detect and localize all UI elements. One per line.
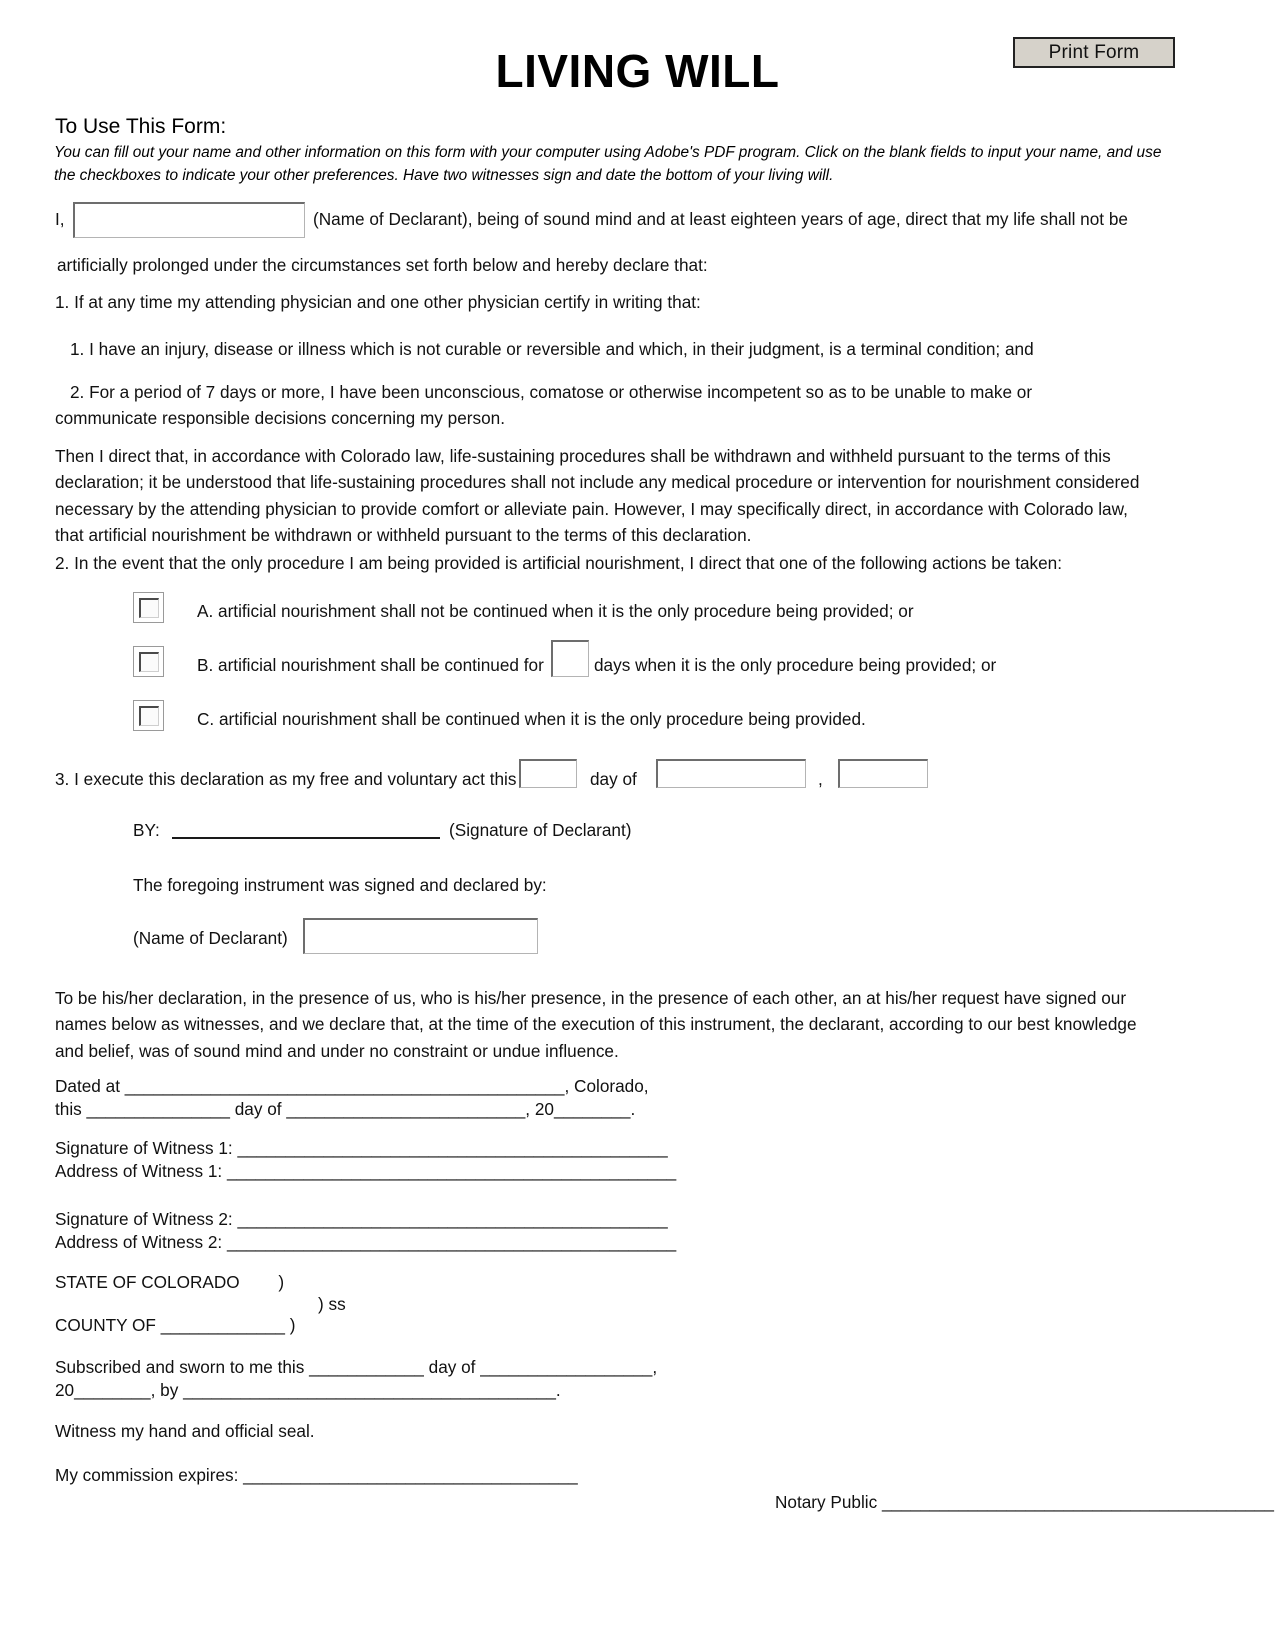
signature-witness-1-blank[interactable]: ________________________________________… xyxy=(237,1138,667,1158)
section-3-day-input[interactable] xyxy=(519,759,577,788)
signature-witness-1-label: Signature of Witness 1: xyxy=(55,1138,233,1158)
living-will-document: Print Form LIVING WILL To Use This Form:… xyxy=(0,0,1275,1650)
subscribed-comma: , xyxy=(652,1357,658,1377)
ss-label: ) ss xyxy=(318,1294,346,1314)
subscribed-period: . xyxy=(555,1380,561,1400)
option-a-label: A. artificial nourishment shall not be c… xyxy=(197,601,914,621)
state-of-colorado-label: STATE OF COLORADO xyxy=(55,1272,240,1292)
instructions-body: You can fill out your name and other inf… xyxy=(54,144,1162,185)
address-witness-1-label: Address of Witness 1: xyxy=(55,1161,223,1181)
address-witness-2-label: Address of Witness 2: xyxy=(55,1232,223,1252)
signature-witness-2-blank[interactable]: ________________________________________… xyxy=(237,1209,667,1229)
dated-year-prefix: , 20 xyxy=(525,1099,554,1119)
dated-day-of-label: day of xyxy=(234,1099,282,1119)
declarant-name-input[interactable] xyxy=(73,202,305,238)
witness-seal-text: Witness my hand and official seal. xyxy=(55,1421,315,1441)
subscribed-by-blank[interactable]: _______________________________________ xyxy=(183,1380,556,1400)
declarant-signature-caption: (Signature of Declarant) xyxy=(449,820,632,840)
witness-declaration-paragraph: To be his/her declaration, in the presen… xyxy=(55,988,1137,1061)
notary-public-label: Notary Public xyxy=(775,1492,878,1512)
subscribed-day-blank[interactable]: ____________ xyxy=(309,1357,424,1377)
subscribed-by-label: , by xyxy=(150,1380,179,1400)
address-witness-1-blank[interactable]: ________________________________________… xyxy=(227,1161,676,1181)
subscribed-year-blank[interactable]: ________ xyxy=(74,1380,150,1400)
subscribed-sworn-label: Subscribed and sworn to me this xyxy=(55,1357,305,1377)
checkbox-option-c[interactable] xyxy=(133,700,164,731)
item-1-heading: 1. If at any time my attending physician… xyxy=(55,292,701,312)
declarant-after-name-text: (Name of Declarant), being of sound mind… xyxy=(313,209,1128,229)
item-1-sub-1: 1. I have an injury, disease or illness … xyxy=(70,339,1034,359)
declarant-i-prefix: I, xyxy=(55,209,65,229)
county-of-label: COUNTY OF xyxy=(55,1315,156,1335)
county-of-blank[interactable]: _____________ xyxy=(161,1315,285,1335)
colorado-suffix: , Colorado, xyxy=(564,1076,649,1096)
dated-year-blank[interactable]: ________ xyxy=(554,1099,630,1119)
checkbox-option-b[interactable] xyxy=(133,646,164,677)
declarant-name-confirm-input[interactable] xyxy=(303,918,538,954)
foregoing-instrument-text: The foregoing instrument was signed and … xyxy=(133,875,547,895)
this-blank[interactable]: _______________ xyxy=(87,1099,230,1119)
signature-witness-2-label: Signature of Witness 2: xyxy=(55,1209,233,1229)
commission-expires-label: My commission expires: xyxy=(55,1465,239,1485)
by-label: BY: xyxy=(133,820,160,840)
declarant-signature-line[interactable] xyxy=(172,837,440,839)
section-2-heading: 2. In the event that the only procedure … xyxy=(55,553,1063,573)
this-label: this xyxy=(55,1099,82,1119)
dated-period: . xyxy=(630,1099,636,1119)
subscribed-day-of-label: day of xyxy=(428,1357,476,1377)
dated-at-label: Dated at xyxy=(55,1076,120,1096)
declaration-line-2: artificially prolonged under the circums… xyxy=(57,255,708,275)
notary-public-blank[interactable]: ________________________________________… xyxy=(882,1492,1274,1512)
option-c-label: C. artificial nourishment shall be conti… xyxy=(197,709,866,729)
section-3-comma: , xyxy=(818,769,823,789)
item-1-sub-2: 2. For a period of 7 days or more, I hav… xyxy=(55,382,1033,429)
state-paren: ) xyxy=(278,1272,285,1292)
section-3-lead: 3. I execute this declaration as my free… xyxy=(55,769,517,789)
instructions-heading: To Use This Form: xyxy=(55,115,227,138)
option-b-days-input[interactable] xyxy=(551,640,589,677)
option-b-label-after: days when it is the only procedure being… xyxy=(594,655,997,675)
commission-expires-blank[interactable]: ___________________________________ xyxy=(243,1465,578,1485)
checkbox-option-a[interactable] xyxy=(133,592,164,623)
county-paren: ) xyxy=(289,1315,296,1335)
name-of-declarant-label: (Name of Declarant) xyxy=(133,928,288,948)
section-3-month-input[interactable] xyxy=(656,759,806,788)
page-title: LIVING WILL xyxy=(495,45,780,97)
dated-at-blank[interactable]: ________________________________________… xyxy=(125,1076,565,1096)
subscribed-month-blank[interactable]: __________________ xyxy=(480,1357,652,1377)
subscribed-year-prefix: 20 xyxy=(55,1380,75,1400)
address-witness-2-blank[interactable]: ________________________________________… xyxy=(227,1232,676,1252)
dated-day-of-blank[interactable]: _________________________ xyxy=(286,1099,525,1119)
section-3-year-input[interactable] xyxy=(838,759,928,788)
option-b-label-before: B. artificial nourishment shall be conti… xyxy=(197,655,544,675)
section-3-day-of-label: day of xyxy=(590,769,637,789)
then-i-direct-paragraph: Then I direct that, in accordance with C… xyxy=(55,446,1140,546)
